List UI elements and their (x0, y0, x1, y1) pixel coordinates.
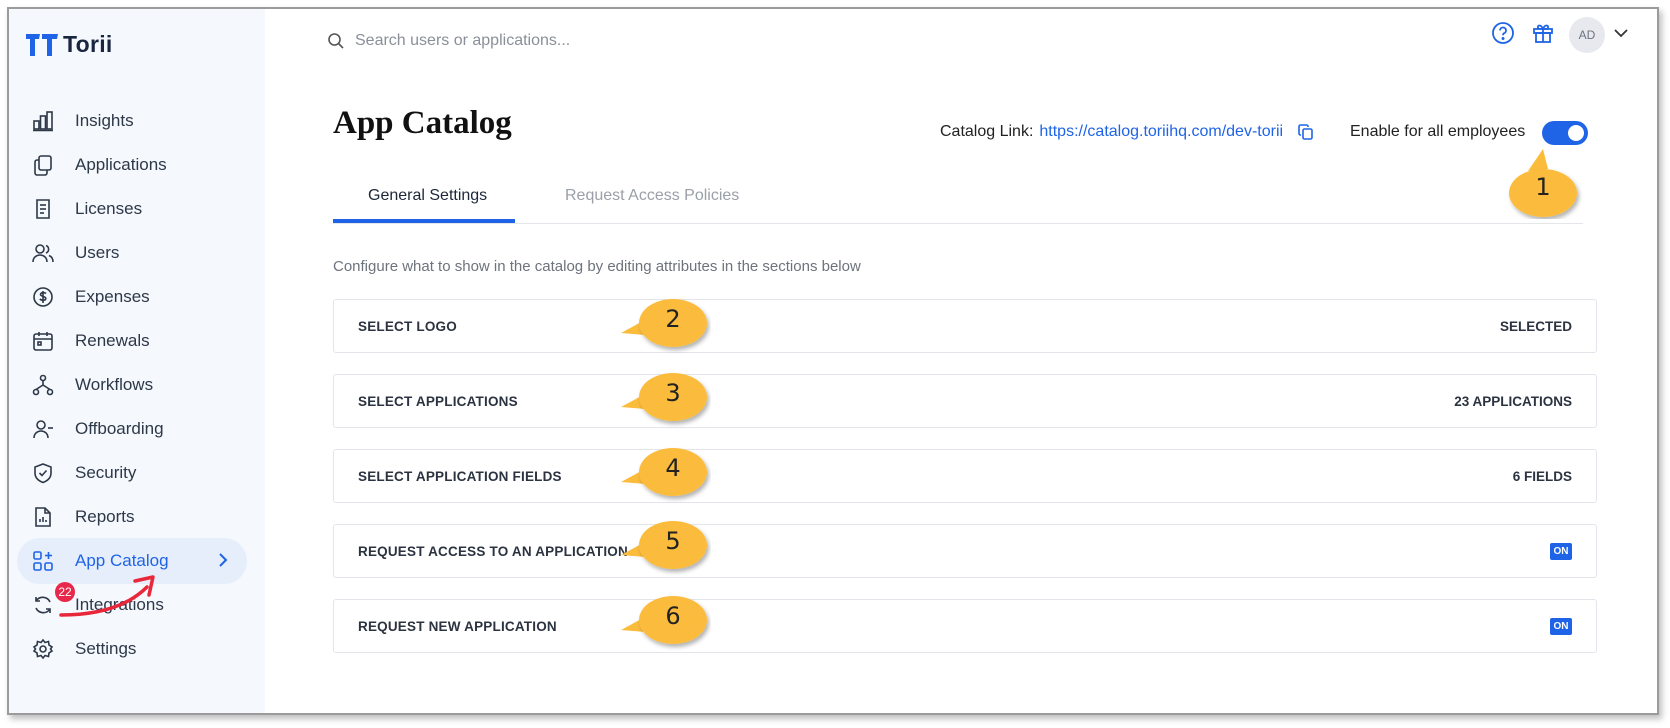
tab-general-settings[interactable]: General Settings (368, 187, 487, 205)
shield-check-icon (31, 461, 55, 485)
section-value: 23 APPLICATIONS (1454, 394, 1572, 409)
calendar-icon (31, 329, 55, 353)
sidebar-item-label: Reports (75, 507, 135, 526)
description-text: Configure what to show in the catalog by… (333, 258, 861, 275)
callout-number: 3 (665, 379, 681, 407)
search-icon (328, 33, 344, 49)
workflow-icon (31, 373, 55, 397)
gear-icon (31, 637, 55, 661)
sidebar-item-users[interactable]: Users (17, 230, 247, 276)
annotation-arrow (59, 575, 155, 617)
copy-stack-icon (31, 153, 55, 177)
document-icon (31, 197, 55, 221)
user-minus-icon (31, 417, 55, 441)
copy-icon[interactable] (1297, 123, 1315, 141)
avatar[interactable]: AD (1569, 17, 1605, 53)
section-request-access[interactable]: REQUEST ACCESS TO AN APPLICATION ON (333, 524, 1597, 578)
callout-number: 4 (665, 454, 681, 482)
sidebar-item-reports[interactable]: Reports (17, 494, 247, 540)
search-bar[interactable] (327, 31, 657, 51)
section-select-applications[interactable]: SELECT APPLICATIONS 23 APPLICATIONS (333, 374, 1597, 428)
sidebar-item-settings[interactable]: Settings (17, 626, 247, 672)
callout-5: 5 (621, 519, 711, 579)
sidebar-item-label: Applications (75, 155, 167, 174)
sidebar-item-workflows[interactable]: Workflows (17, 362, 247, 408)
enable-toggle[interactable] (1542, 121, 1588, 145)
chevron-right-icon (217, 551, 229, 574)
torii-logo-icon (26, 33, 58, 56)
app-window: Torii Insights Applications Licenses Use… (7, 7, 1659, 715)
users-icon (31, 241, 55, 265)
on-badge: ON (1550, 618, 1572, 635)
callout-2: 2 (621, 297, 711, 357)
sidebar-item-label: Settings (75, 639, 137, 658)
page-title: App Catalog (333, 105, 512, 141)
chevron-down-icon[interactable] (1613, 26, 1629, 44)
section-label: REQUEST NEW APPLICATION (358, 619, 557, 634)
toggle-knob (1568, 125, 1584, 141)
enable-label: Enable for all employees (1350, 123, 1526, 140)
section-label: SELECT APPLICATION FIELDS (358, 469, 562, 484)
callout-3: 3 (621, 371, 711, 431)
sidebar-item-label: Users (75, 243, 120, 262)
callout-number: 6 (665, 602, 681, 630)
sidebar-item-insights[interactable]: Insights (17, 98, 247, 144)
catalog-link-url[interactable]: https://catalog.toriihq.com/dev-torii (1039, 123, 1283, 141)
grid-plus-icon (31, 549, 55, 573)
sidebar-item-label: Offboarding (75, 419, 164, 438)
sidebar-item-licenses[interactable]: Licenses (17, 186, 247, 232)
on-badge: ON (1550, 543, 1572, 560)
tab-request-access-policies[interactable]: Request Access Policies (565, 187, 739, 205)
sidebar-item-label: Security (75, 463, 137, 482)
callout-number: 5 (665, 527, 681, 555)
section-label: SELECT APPLICATIONS (358, 394, 518, 409)
report-icon (31, 505, 55, 529)
search-input[interactable] (353, 31, 657, 51)
active-tab-indicator (333, 219, 515, 223)
section-label: REQUEST ACCESS TO AN APPLICATION (358, 544, 628, 559)
sidebar-item-expenses[interactable]: Expenses (17, 274, 247, 320)
catalog-link-label: Catalog Link: (940, 123, 1034, 140)
tab-bar: General Settings Request Access Policies (333, 179, 1583, 224)
section-request-new-application[interactable]: REQUEST NEW APPLICATION ON (333, 599, 1597, 653)
help-icon[interactable] (1491, 21, 1515, 50)
sidebar-item-label: Renewals (75, 331, 150, 350)
sidebar-item-security[interactable]: Security (17, 450, 247, 496)
section-label: SELECT LOGO (358, 319, 457, 334)
section-select-logo[interactable]: SELECT LOGO SELECTED (333, 299, 1597, 353)
dollar-circle-icon (31, 285, 55, 309)
callout-number: 2 (665, 305, 681, 333)
logo-text: Torii (63, 31, 113, 57)
chart-bars-icon (31, 109, 55, 133)
sidebar-item-offboarding[interactable]: Offboarding (17, 406, 247, 452)
gift-icon[interactable] (1531, 21, 1555, 50)
callout-1: 1 (1498, 149, 1588, 219)
sidebar-item-label: Expenses (75, 287, 150, 306)
section-value: SELECTED (1499, 319, 1572, 334)
callout-number: 1 (1535, 173, 1551, 201)
callout-6: 6 (621, 594, 711, 654)
sidebar-item-label: Insights (75, 111, 134, 130)
section-select-application-fields[interactable]: SELECT APPLICATION FIELDS 6 FIELDS (333, 449, 1597, 503)
sidebar-item-renewals[interactable]: Renewals (17, 318, 247, 364)
sidebar-item-label: Workflows (75, 375, 154, 394)
callout-4: 4 (621, 446, 711, 506)
sync-icon (31, 593, 55, 617)
catalog-link: Catalog Link: https://catalog.toriihq.co… (940, 123, 1315, 141)
torii-logo[interactable]: Torii (25, 31, 113, 58)
header-actions: AD (1491, 17, 1629, 53)
sidebar-item-applications[interactable]: Applications (17, 142, 247, 188)
section-value: 6 FIELDS (1512, 469, 1572, 484)
sidebar-item-label: Licenses (75, 199, 143, 218)
